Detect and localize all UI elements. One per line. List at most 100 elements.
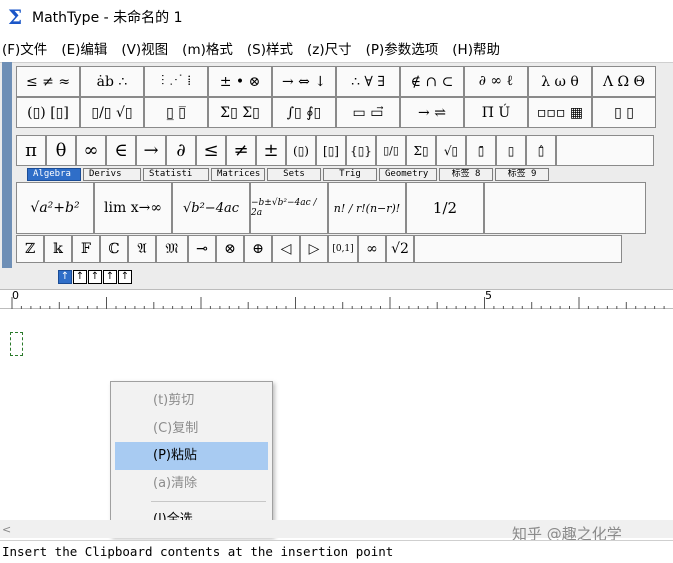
sigma-icon: Σ bbox=[8, 5, 23, 29]
symbol-right-arrow[interactable]: → bbox=[136, 135, 166, 166]
symbol-plus-minus[interactable]: ± bbox=[256, 135, 286, 166]
insertion-slot[interactable] bbox=[10, 332, 23, 356]
template-discriminant[interactable]: √b²−4ac bbox=[172, 182, 250, 234]
palette-integrals[interactable]: ∫▯ ∮▯ bbox=[272, 97, 336, 128]
menu-edit[interactable]: (E)编辑 bbox=[61, 38, 107, 58]
template-overbar[interactable]: ▯̄ bbox=[466, 135, 496, 166]
ruler[interactable]: 0 5 bbox=[0, 289, 673, 309]
menu-format[interactable]: (m)格式 bbox=[182, 38, 233, 58]
title-bar: Σ MathType - 未命名的 1 bbox=[0, 0, 673, 34]
palette-scripts[interactable]: ▯̲ ▯̅ bbox=[144, 97, 208, 128]
size-full-icon[interactable]: ↑ bbox=[58, 270, 72, 284]
menu-file[interactable]: (F)文件 bbox=[2, 38, 47, 58]
palette-boxes[interactable]: ▯ ▯ bbox=[592, 97, 656, 128]
scroll-left-icon[interactable]: < bbox=[2, 523, 11, 536]
size-symbol-icon[interactable]: ↑ bbox=[103, 270, 117, 284]
symbol-infinity-2[interactable]: ∞ bbox=[358, 235, 386, 263]
tab-algebra[interactable]: Algebra bbox=[27, 168, 81, 181]
tab-8[interactable]: 标签 8 bbox=[439, 168, 493, 181]
template-pythagorean[interactable]: √a²+b² bbox=[16, 182, 94, 234]
symbol-partial[interactable]: ∂ bbox=[166, 135, 196, 166]
symbol-k[interactable]: 𝕜 bbox=[44, 235, 72, 263]
menu-preferences[interactable]: (P)参数选项 bbox=[366, 38, 439, 58]
palette-set-theory[interactable]: ∉ ∩ ⊂ bbox=[400, 66, 464, 97]
symbol-field[interactable]: 𝔽 bbox=[72, 235, 100, 263]
tab-statistics[interactable]: Statisti bbox=[143, 168, 209, 181]
symbol-oplus[interactable]: ⊕ bbox=[244, 235, 272, 263]
context-paste[interactable]: (P)粘贴 bbox=[115, 442, 268, 470]
menu-style[interactable]: (S)样式 bbox=[247, 38, 293, 58]
palette-labeled-arrows[interactable]: → ⇌ bbox=[400, 97, 464, 128]
template-brackets[interactable]: [▯] bbox=[316, 135, 346, 166]
symbol-otimes[interactable]: ⊗ bbox=[216, 235, 244, 263]
symbol-interval[interactable]: [0,1] bbox=[328, 235, 358, 263]
palette-products[interactable]: Π̄ Ú bbox=[464, 97, 528, 128]
template-braces[interactable]: {▯} bbox=[346, 135, 376, 166]
template-fraction[interactable]: ▯/▯ bbox=[376, 135, 406, 166]
template-combination[interactable]: n! / r!(n−r)! bbox=[328, 182, 406, 234]
ruler-label-5: 5 bbox=[485, 289, 492, 302]
palette-misc[interactable]: ∂ ∞ ℓ bbox=[464, 66, 528, 97]
context-menu: (t)剪切 (C)复制 (P)粘贴 (a)清除 (l)全选 bbox=[110, 381, 273, 537]
template-limit[interactable]: lim x→∞ bbox=[94, 182, 172, 234]
equation-editor[interactable] bbox=[0, 310, 673, 520]
template-parens[interactable]: (▯) bbox=[286, 135, 316, 166]
symbol-infinity[interactable]: ∞ bbox=[76, 135, 106, 166]
symbol-element-of[interactable]: ∈ bbox=[106, 135, 136, 166]
template-sqrt[interactable]: √▯ bbox=[436, 135, 466, 166]
palette-tabs: Algebra Derivs Statisti Matrices Sets Tr… bbox=[27, 168, 551, 181]
tab-geometry[interactable]: Geometry bbox=[379, 168, 437, 181]
symbol-triangle-left[interactable]: ◁ bbox=[272, 235, 300, 263]
palette-fractions-radicals[interactable]: ▯/▯ √▯ bbox=[80, 97, 144, 128]
menu-view[interactable]: (V)视图 bbox=[121, 38, 168, 58]
size-sub-icon[interactable]: ↑ bbox=[73, 270, 87, 284]
template-hat[interactable]: ▯̂ bbox=[526, 135, 556, 166]
symbol-neq[interactable]: ≠ bbox=[226, 135, 256, 166]
menu-help[interactable]: (H)帮助 bbox=[452, 38, 500, 58]
menu-bar: (F)文件 (E)编辑 (V)视图 (m)格式 (S)样式 (z)尺寸 (P)参… bbox=[0, 36, 673, 60]
palette-fences[interactable]: (▯) [▯] bbox=[16, 97, 80, 128]
palette-matrices[interactable]: ▫▫▫ ▦ bbox=[528, 97, 592, 128]
palette-embellishments[interactable]: ⫶ ⋰ ⁞ bbox=[144, 66, 208, 97]
palette-bars-arrows[interactable]: ▭ ▭⃗ bbox=[336, 97, 400, 128]
symbol-leq[interactable]: ≤ bbox=[196, 135, 226, 166]
symbol-sqrt2[interactable]: √2 bbox=[386, 235, 414, 263]
ruler-ticks bbox=[11, 297, 665, 309]
template-sum[interactable]: Σ▯ bbox=[406, 135, 436, 166]
tab-matrices[interactable]: Matrices bbox=[211, 168, 265, 181]
symbol-triangle-right[interactable]: ▷ bbox=[300, 235, 328, 263]
size-subsub-icon[interactable]: ↑ bbox=[88, 270, 102, 284]
template-bar-2: ℤ 𝕜 𝔽 ℂ 𝔄 𝔐 ⊸ ⊗ ⊕ ◁ ▷ [0,1] ∞ √2 bbox=[16, 235, 622, 263]
template-half[interactable]: 1/2 bbox=[406, 182, 484, 234]
palette-operators[interactable]: ± • ⊗ bbox=[208, 66, 272, 97]
template-subscript[interactable]: ▯ bbox=[496, 135, 526, 166]
symbol-integers[interactable]: ℤ bbox=[16, 235, 44, 263]
palette-arrows[interactable]: → ⇔ ↓ bbox=[272, 66, 336, 97]
context-copy[interactable]: (C)复制 bbox=[111, 415, 272, 443]
palette-greek-lower[interactable]: λ ω θ bbox=[528, 66, 592, 97]
context-clear[interactable]: (a)清除 bbox=[111, 470, 272, 498]
palette-relations[interactable]: ≤ ≠ ≈ bbox=[16, 66, 80, 97]
palette-summations[interactable]: Σ▯ Σ▯ bbox=[208, 97, 272, 128]
symbol-fraktur-a[interactable]: 𝔄 bbox=[128, 235, 156, 263]
symbol-fraktur-m[interactable]: 𝔐 bbox=[156, 235, 188, 263]
palette-greek-upper[interactable]: Λ Ω Θ bbox=[592, 66, 656, 97]
tab-9[interactable]: 标签 9 bbox=[495, 168, 549, 181]
symbol-theta[interactable]: θ bbox=[46, 135, 76, 166]
symbol-complex[interactable]: ℂ bbox=[100, 235, 128, 263]
ruler-label-0: 0 bbox=[12, 289, 19, 302]
template-empty-slot bbox=[484, 182, 646, 234]
context-cut[interactable]: (t)剪切 bbox=[111, 387, 272, 415]
tab-trig[interactable]: Trig bbox=[323, 168, 377, 181]
palette-spaces-ellipses[interactable]: ȧb ∴ bbox=[80, 66, 144, 97]
tab-derivs[interactable]: Derivs bbox=[83, 168, 141, 181]
small-symbol-empty-slot bbox=[556, 135, 654, 166]
symbol-multimap[interactable]: ⊸ bbox=[188, 235, 216, 263]
toolbar-grip[interactable] bbox=[2, 62, 12, 268]
template-quadratic[interactable]: −b±√b²−4ac / 2a bbox=[250, 182, 328, 234]
menu-size[interactable]: (z)尺寸 bbox=[307, 38, 352, 58]
size-subsymbol-icon[interactable]: ↑ bbox=[118, 270, 132, 284]
symbol-pi[interactable]: π bbox=[16, 135, 46, 166]
palette-logic[interactable]: ∴ ∀ ∃ bbox=[336, 66, 400, 97]
tab-sets[interactable]: Sets bbox=[267, 168, 321, 181]
